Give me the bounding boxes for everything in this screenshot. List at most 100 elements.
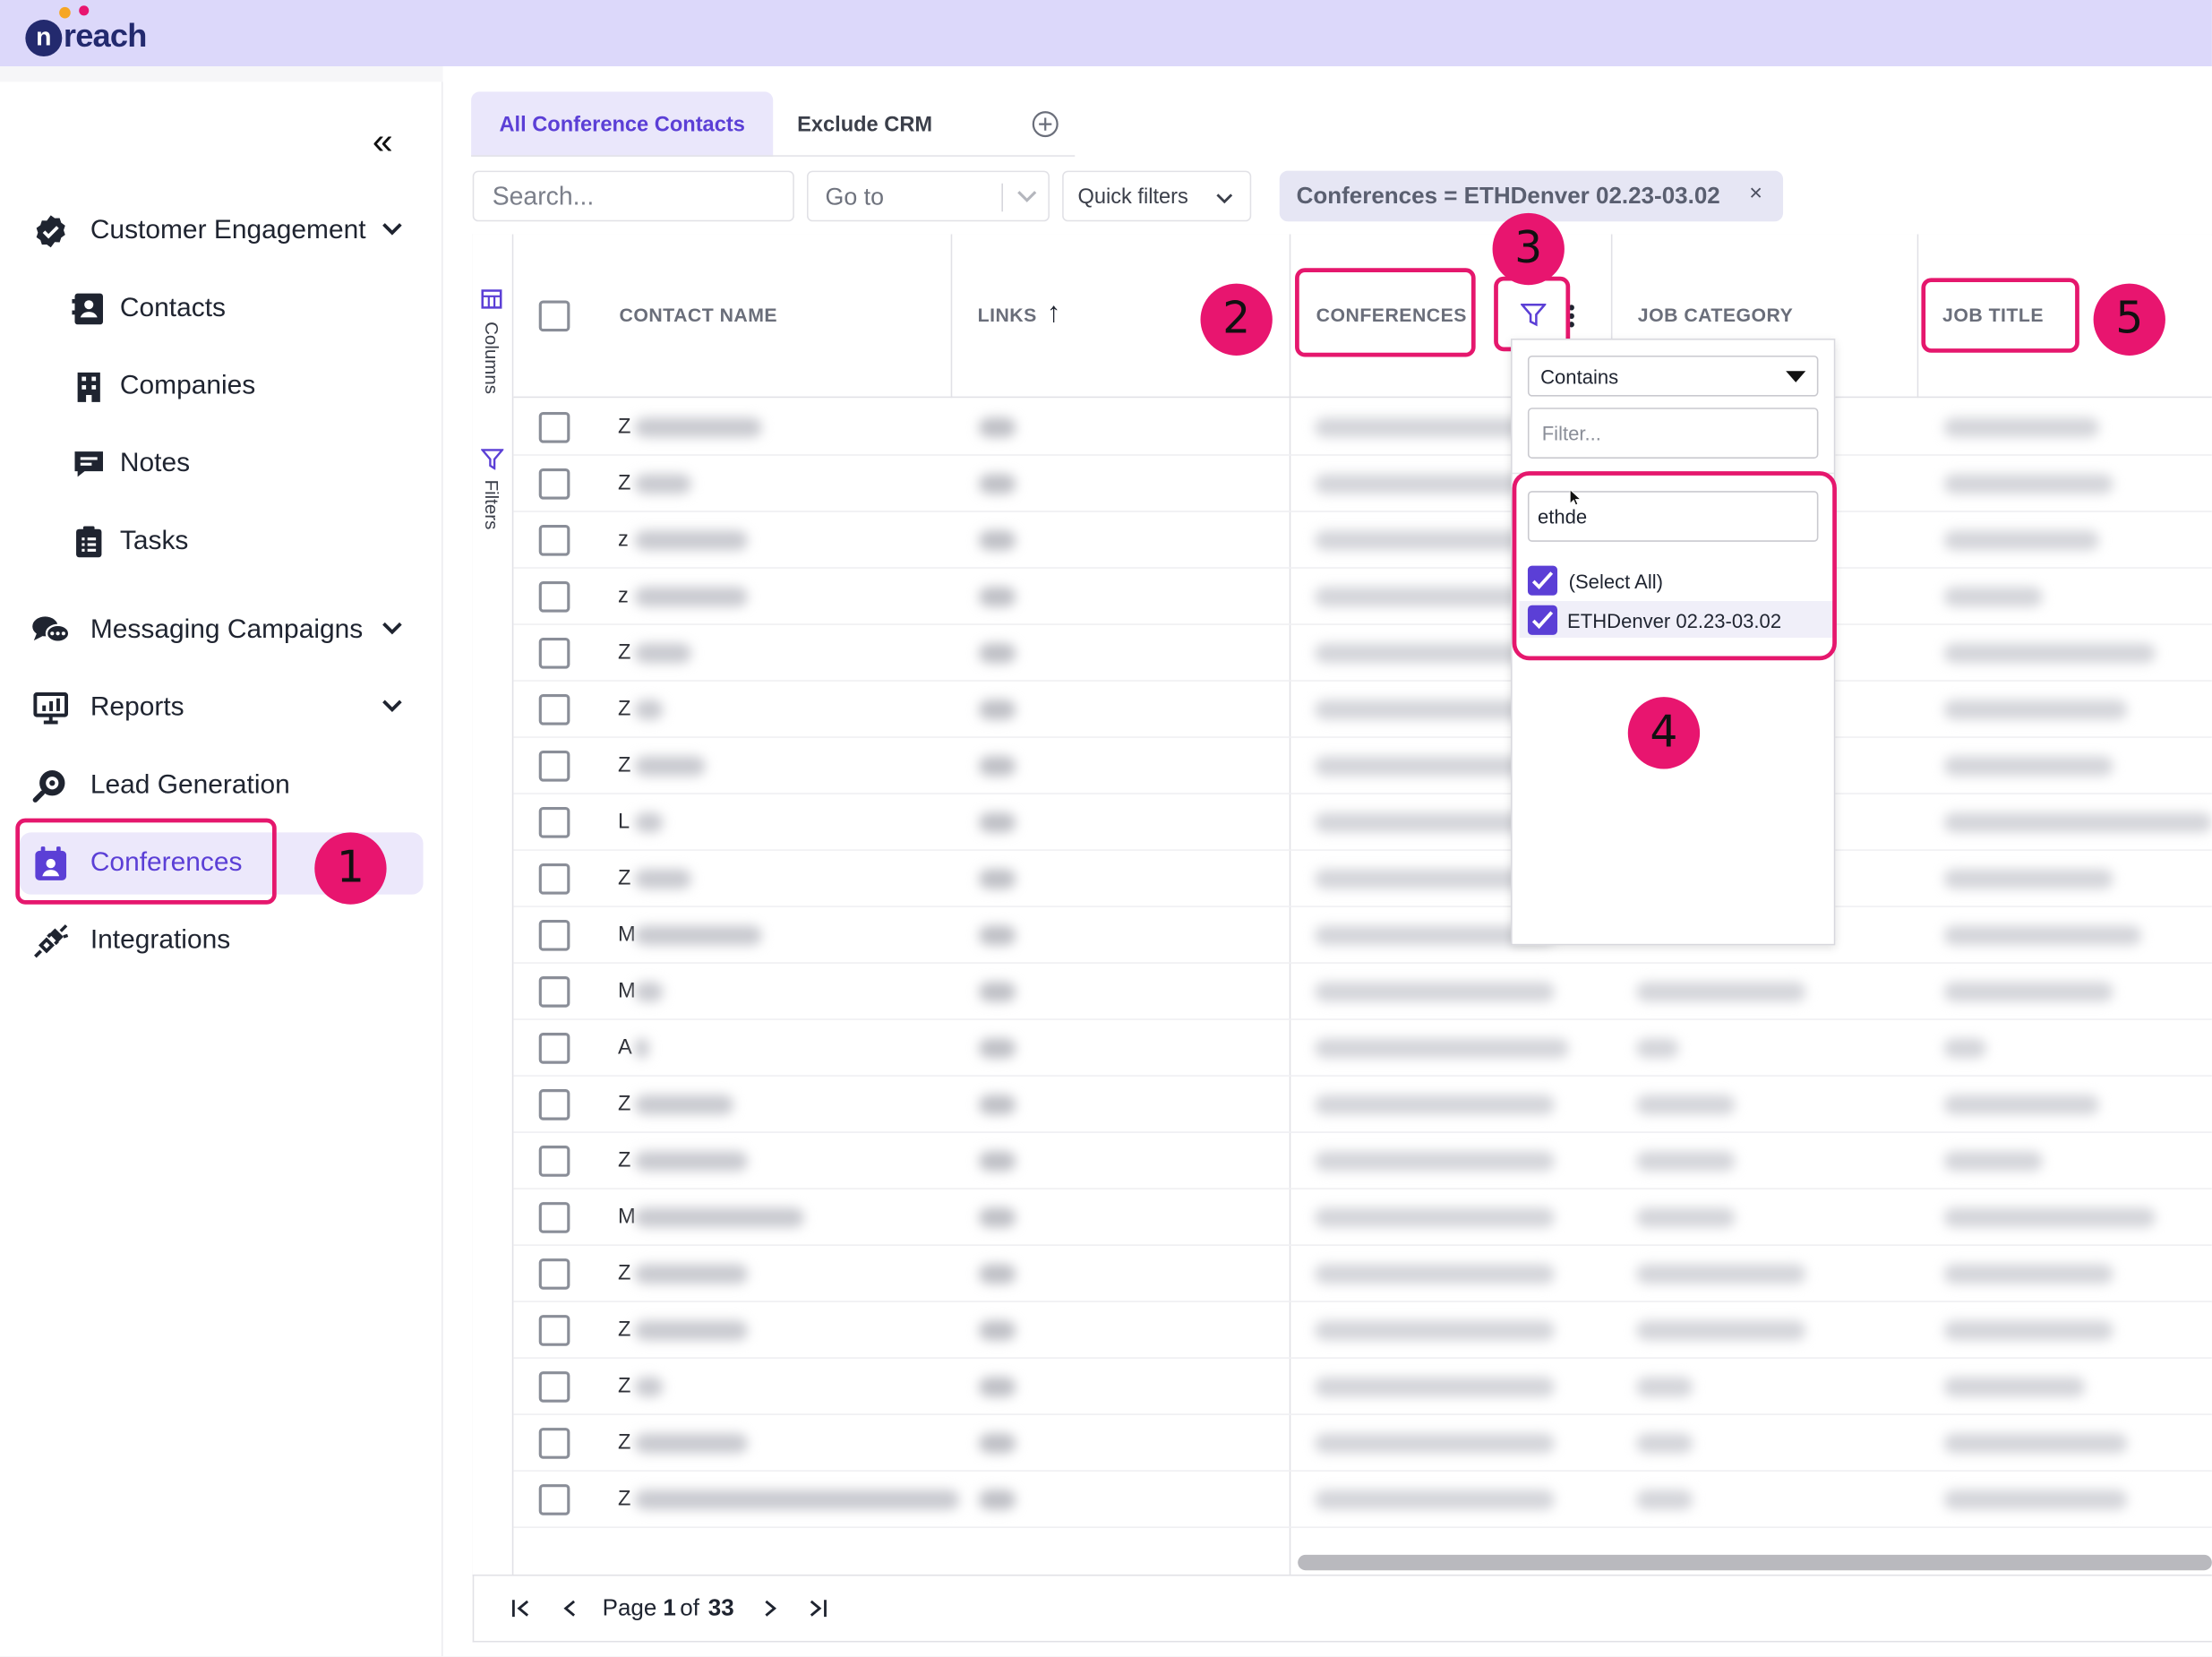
sidebar-item-tasks[interactable]: Tasks [71, 513, 188, 570]
column-header-links[interactable]: LINKS [978, 305, 1037, 326]
row-checkbox[interactable] [538, 693, 570, 725]
row-checkbox[interactable] [538, 1371, 570, 1403]
columns-icon[interactable] [481, 289, 502, 309]
sidebar-item-contacts[interactable]: Contacts [71, 280, 226, 337]
sidebar-item-notes[interactable]: Notes [71, 436, 190, 493]
row-checkbox[interactable] [538, 751, 570, 782]
redacted-job-title [1943, 417, 2099, 438]
redacted-contact-name [634, 417, 762, 438]
redacted-link-icon [979, 1038, 1016, 1059]
redacted-conference [1315, 1095, 1555, 1115]
chevron-down-icon[interactable] [378, 214, 407, 243]
row-checkbox[interactable] [538, 976, 570, 1008]
first-page-icon[interactable] [510, 1599, 530, 1618]
columns-tool-label[interactable]: Columns [481, 322, 502, 394]
contact-name-initial: Z [617, 1430, 631, 1455]
row-checkbox[interactable] [538, 863, 570, 895]
row-checkbox[interactable] [538, 1202, 570, 1233]
tab-exclude-crm[interactable]: Exclude CRM [773, 91, 956, 156]
sidebar-item-companies[interactable]: Companies [71, 358, 255, 415]
row-checkbox[interactable] [538, 637, 570, 669]
last-page-icon[interactable] [809, 1599, 828, 1618]
sidebar-item-messaging-campaigns[interactable]: Messaging Campaigns [31, 603, 412, 659]
search-input[interactable]: Search... [472, 170, 794, 222]
add-tab-icon[interactable] [1031, 110, 1059, 139]
pager-divider [472, 1574, 2212, 1576]
redacted-contact-name [634, 1264, 748, 1284]
row-checkbox[interactable] [538, 1146, 570, 1177]
row-checkbox[interactable] [538, 807, 570, 838]
contact-name-initial: z [617, 584, 629, 608]
row-checkbox[interactable] [538, 468, 570, 500]
remove-filter-icon[interactable]: × [1749, 182, 1762, 207]
filter-operator-select[interactable]: Contains [1527, 355, 1819, 397]
row-divider [513, 1413, 2212, 1415]
redacted-contact-name [634, 925, 762, 946]
sort-ascending-icon[interactable]: ↑ [1047, 297, 1061, 330]
redacted-job-title [1943, 587, 2043, 607]
sidebar-item-customer-engagement[interactable]: Customer Engagement [31, 203, 412, 260]
collapse-sidebar-icon[interactable]: « [373, 123, 393, 159]
contact-name-initial: M [617, 979, 636, 1003]
redacted-job-title [1943, 530, 2099, 551]
row-checkbox[interactable] [538, 1258, 570, 1290]
redacted-link-icon [979, 587, 1016, 607]
redacted-link-icon [979, 1490, 1016, 1510]
row-checkbox[interactable] [538, 1033, 570, 1064]
redacted-link-icon [979, 812, 1016, 833]
current-page: 1 [663, 1595, 676, 1621]
select-separator [1001, 183, 1003, 212]
contact-name-initial: Z [617, 640, 631, 665]
row-divider [513, 511, 2212, 512]
column-divider [1916, 234, 1919, 399]
column-header-job-category[interactable]: JOB CATEGORY [1638, 305, 1793, 326]
chat-bubbles-icon [31, 611, 71, 650]
next-page-icon[interactable] [762, 1599, 779, 1618]
row-checkbox[interactable] [538, 1089, 570, 1120]
row-divider [513, 1244, 2212, 1246]
chevron-down-icon[interactable] [378, 691, 407, 720]
sidebar-item-label: Lead Generation [90, 770, 290, 801]
redacted-job-title [1943, 812, 2212, 833]
contact-card-icon [71, 290, 107, 327]
filter-text-input[interactable]: Filter... [1527, 408, 1819, 459]
contact-name-initial: A [617, 1035, 632, 1060]
row-divider [513, 1075, 2212, 1077]
sidebar-item-lead-generation[interactable]: Lead Generation [31, 758, 290, 814]
column-header-contact-name[interactable]: CONTACT NAME [620, 305, 778, 326]
select-all-checkbox[interactable] [538, 300, 570, 332]
row-divider [513, 623, 2212, 625]
go-to-select[interactable]: Go to [807, 170, 1050, 222]
row-divider [513, 1470, 2212, 1472]
row-checkbox[interactable] [538, 1315, 570, 1346]
contact-name-initial: Z [617, 471, 631, 495]
filters-tool-label[interactable]: Filters [481, 480, 502, 530]
row-checkbox[interactable] [538, 920, 570, 951]
row-checkbox[interactable] [538, 580, 570, 613]
app-window: n reach « Customer Engagement Contacts C… [0, 0, 2212, 1657]
horizontal-scrollbar[interactable] [1298, 1554, 2212, 1571]
redacted-conference [1315, 982, 1555, 1002]
redacted-job-category [1636, 1377, 1693, 1397]
row-checkbox[interactable] [538, 1484, 570, 1515]
filters-icon[interactable] [481, 449, 504, 470]
row-checkbox[interactable] [538, 524, 570, 556]
redacted-contact-name [634, 982, 664, 1002]
quick-filters-dropdown[interactable]: Quick filters [1062, 170, 1252, 222]
row-checkbox[interactable] [538, 411, 570, 443]
previous-page-icon[interactable] [562, 1599, 579, 1618]
redacted-job-title [1943, 756, 2113, 777]
tab-all-conference-contacts[interactable]: All Conference Contacts [471, 91, 774, 157]
column-divider [950, 234, 953, 399]
chevron-down-icon[interactable] [378, 614, 407, 642]
contact-name-initial: Z [617, 1092, 631, 1116]
redacted-conference [1315, 1433, 1555, 1454]
grid-side-panel [472, 234, 514, 1575]
presentation-icon [31, 689, 71, 728]
row-checkbox[interactable] [538, 1428, 570, 1459]
sidebar-item-integrations[interactable]: Integrations [31, 913, 231, 969]
redacted-job-title [1943, 869, 2113, 889]
redacted-job-category [1636, 1038, 1679, 1059]
sidebar-item-reports[interactable]: Reports [31, 680, 412, 736]
annotation-badge-2: 2 [1200, 283, 1273, 356]
